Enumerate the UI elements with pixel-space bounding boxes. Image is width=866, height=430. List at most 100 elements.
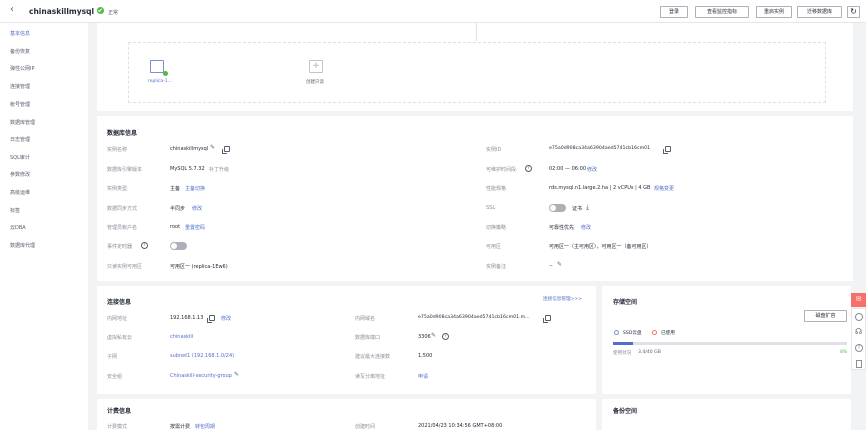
field-value: 证书 <box>572 206 583 212</box>
vpc-link[interactable]: chinaskill <box>170 334 193 340</box>
sidebar-item-cloud-dba[interactable]: 云DBA <box>10 224 26 231</box>
field-value: 02:00 — 06:00 <box>549 166 586 172</box>
field-label: 实例备注 <box>486 264 507 270</box>
subnet-link[interactable]: subnet1 (192.168.1.0/24) <box>170 353 234 359</box>
db-info-card: 数据库信息 实例名称 chinaskillmysql ✎ 数据库引擎版本 MyS… <box>97 116 857 281</box>
security-group-link[interactable]: Chinaskill-security-group <box>170 373 232 379</box>
sidebar-item-params[interactable]: 参数修改 <box>10 171 30 178</box>
field-label: 数据同步方式 <box>107 206 138 212</box>
copy-icon[interactable] <box>207 315 215 323</box>
edit-icon[interactable]: ✎ <box>210 145 215 151</box>
chat-icon[interactable] <box>855 313 863 321</box>
conn-manage-link[interactable]: 连接信息管理>>> <box>543 296 582 302</box>
field-label: 子网 <box>107 354 118 360</box>
sidebar-item-tags[interactable]: 标签 <box>10 207 20 214</box>
login-button[interactable]: 登录 <box>660 6 688 18</box>
float-toolbar: ☊ ? <box>851 308 866 370</box>
replica-node-label[interactable]: replica-1... <box>148 79 172 84</box>
help-icon[interactable]: ? <box>442 333 449 340</box>
sidebar-item-db-proxy[interactable]: 数据库代理 <box>10 242 35 249</box>
sidebar-item-eip[interactable]: 弹性公网IP <box>10 65 35 72</box>
usage-bar <box>613 342 847 345</box>
field-value: 半同步 <box>170 206 186 212</box>
edit-icon[interactable]: ✎ <box>234 372 239 378</box>
field-label: 可维护时间段 <box>486 167 517 173</box>
edit-icon[interactable]: ✎ <box>557 262 562 268</box>
help-circle-icon[interactable]: ? <box>855 344 863 352</box>
copy-icon[interactable] <box>663 146 671 154</box>
modify-link[interactable]: 修改 <box>581 224 591 231</box>
field-value: 3306 <box>418 334 431 340</box>
section-title: 存储空间 <box>613 299 638 306</box>
app: ‹ chinaskillmysql ▾ 正常 登录 查看监控指标 重启实例 迁移… <box>0 0 866 430</box>
sidebar-item-basic-info[interactable]: 基本信息 <box>10 30 30 37</box>
copy-icon[interactable] <box>222 146 230 154</box>
copy-icon[interactable] <box>543 315 551 323</box>
event-scheduler-toggle[interactable] <box>170 242 187 250</box>
used-legend-icon <box>652 330 657 335</box>
field-label: 安全组 <box>107 374 123 380</box>
migrate-db-button[interactable]: 迁移数据库 <box>797 6 842 18</box>
modify-link[interactable]: 修改 <box>587 166 597 173</box>
feedback-icon[interactable]: ✉ <box>851 293 866 307</box>
back-arrow-icon[interactable]: ‹ <box>10 5 14 15</box>
field-label: 事件定时器 <box>107 244 133 250</box>
help-icon[interactable]: ? <box>525 165 532 172</box>
field-label: 性能规格 <box>486 186 507 192</box>
document-icon[interactable] <box>856 360 862 368</box>
field-label: 内网域名 <box>355 316 376 322</box>
modify-link[interactable]: 修改 <box>221 315 231 322</box>
legend-ssd: SSD云盘 <box>623 331 642 336</box>
field-label: 实例ID <box>486 147 502 153</box>
create-readonly-label[interactable]: 创建只读 <box>306 79 324 85</box>
section-title: 数据库信息 <box>107 130 138 137</box>
field-label: 内网地址 <box>107 316 128 322</box>
switchover-link[interactable]: 主备切换 <box>185 185 205 192</box>
sidebar-item-accounts[interactable]: 帐号管理 <box>10 101 30 108</box>
field-value: MySQL 5.7.32 <box>170 166 205 172</box>
switch-period-link[interactable]: 转包周期 <box>195 423 215 430</box>
modify-link[interactable]: 修改 <box>192 205 202 212</box>
restart-button[interactable]: 重启实例 <box>756 6 792 18</box>
field-label: 读写分离地址 <box>355 374 386 380</box>
replica-node-icon[interactable] <box>150 60 164 73</box>
ssl-toggle[interactable] <box>549 204 566 212</box>
usage-label: 使用状况 <box>613 351 632 356</box>
sidebar-item-logs[interactable]: 日志管理 <box>10 136 30 143</box>
create-readonly-icon[interactable]: + <box>309 60 323 73</box>
patch-upgrade-link[interactable]: 补丁升级 <box>209 166 229 173</box>
field-value: rds.mysql.n1.large.2.ha | 2 vCPUs | 4 GB <box>549 185 651 191</box>
spec-change-link[interactable]: 规格变更 <box>654 185 674 192</box>
reset-password-link[interactable]: 重置密码 <box>185 224 205 231</box>
field-label: 只读实例可用区 <box>107 264 143 270</box>
apply-link[interactable]: 申请 <box>418 373 428 380</box>
sidebar-item-backup[interactable]: 备份恢复 <box>10 48 30 55</box>
view-monitor-button[interactable]: 查看监控指标 <box>695 6 749 18</box>
connector-line <box>476 23 477 41</box>
download-icon[interactable]: ⤓ <box>586 203 589 212</box>
sidebar-item-advanced-ops[interactable]: 高级运维 <box>10 189 30 196</box>
field-value: 可靠性优先 <box>549 225 575 231</box>
field-label: 实例类型 <box>107 186 128 192</box>
field-label: 实例名称 <box>107 147 128 153</box>
edit-icon[interactable]: ✎ <box>431 333 436 339</box>
field-value: 主备 <box>170 186 181 192</box>
help-icon[interactable]: ? <box>141 242 148 249</box>
refresh-icon[interactable]: ↻ <box>847 6 860 18</box>
billing-card: 计费信息 计费模式 按需计费 转包周期 创建时间 2021/04/23 10:3… <box>97 399 596 430</box>
sidebar-item-sql-audit[interactable]: SQL审计 <box>10 154 30 161</box>
sidebar-item-connection[interactable]: 连接管理 <box>10 83 30 90</box>
field-label: 切换策略 <box>486 225 507 231</box>
conn-info-card: 连接信息 连接信息管理>>> 内网地址 192.168.1.13 修改 虚拟私有… <box>97 286 596 394</box>
expand-disk-button[interactable]: 磁盘扩容 <box>804 310 847 322</box>
field-label: 计费模式 <box>107 424 128 430</box>
field-label: 虚拟私有云 <box>107 335 133 341</box>
chevron-down-icon[interactable]: ▾ <box>86 8 89 14</box>
legend-used: 已使用 <box>661 331 675 336</box>
sidebar: 基本信息 备份恢复 弹性公网IP 连接管理 帐号管理 数据库管理 日志管理 SQ… <box>0 23 88 430</box>
sidebar-item-databases[interactable]: 数据库管理 <box>10 119 35 126</box>
field-label: 建议最大连接数 <box>355 354 391 360</box>
field-value: -- <box>549 263 553 269</box>
headset-icon[interactable]: ☊ <box>855 328 862 336</box>
section-title: 计费信息 <box>107 408 132 415</box>
